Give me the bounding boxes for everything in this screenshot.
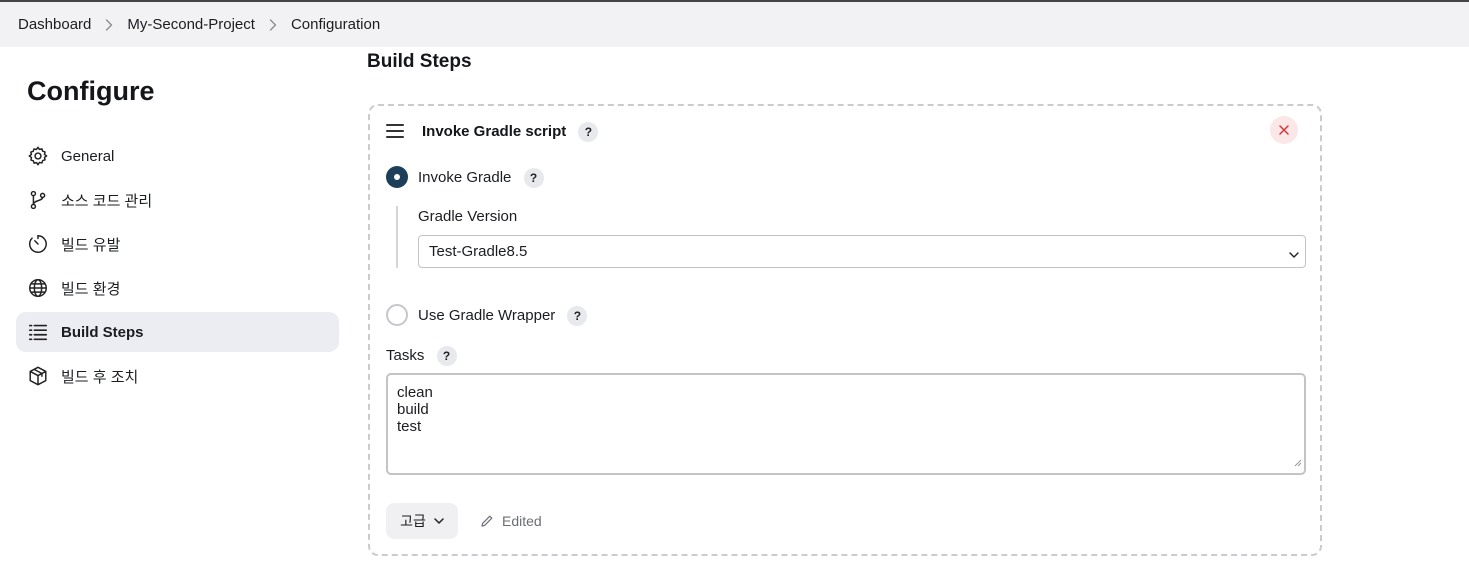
advanced-button-label: 고급 — [400, 513, 426, 529]
invoke-gradle-label-text: Invoke Gradle — [418, 168, 512, 186]
breadcrumb-project[interactable]: My-Second-Project — [127, 16, 255, 33]
sidebar-nav: General 소스 코드 관리 빌드 유발 빌드 환경 Build Steps… — [16, 136, 339, 400]
build-step-title-text: Invoke Gradle script — [422, 123, 567, 140]
pencil-icon — [480, 514, 494, 528]
sidebar-title: Configure — [27, 76, 155, 106]
use-gradle-wrapper-label-text: Use Gradle Wrapper — [418, 306, 556, 324]
chevron-right-icon — [269, 18, 277, 31]
timer-icon — [27, 233, 49, 255]
use-gradle-wrapper-radio[interactable] — [386, 304, 408, 326]
sidebar-item-label: 소스 코드 관리 — [61, 192, 153, 210]
build-step-title: Invoke Gradle script ? — [422, 122, 599, 142]
help-icon[interactable]: ? — [578, 122, 599, 142]
sidebar-item-post-build[interactable]: 빌드 후 조치 — [16, 356, 339, 396]
advanced-button[interactable]: 고급 — [386, 503, 458, 539]
gradle-version-label: Gradle Version — [418, 208, 518, 225]
tasks-textarea[interactable]: clean build test — [386, 373, 1306, 475]
package-icon — [27, 365, 49, 387]
edited-indicator: Edited — [480, 513, 542, 529]
breadcrumb-dashboard[interactable]: Dashboard — [18, 16, 91, 33]
git-branch-icon — [27, 189, 49, 211]
breadcrumb-configuration[interactable]: Configuration — [291, 16, 380, 33]
tasks-label-text: Tasks — [386, 346, 425, 364]
breadcrumb: Dashboard My-Second-Project Configuratio… — [0, 2, 1469, 47]
section-title: Build Steps — [367, 51, 472, 72]
sidebar-item-label: 빌드 환경 — [61, 280, 121, 298]
tasks-label: Tasks ? — [386, 346, 457, 366]
gradle-version-value: Test-Gradle8.5 — [429, 243, 528, 260]
tasks-line: test — [397, 418, 422, 435]
help-icon[interactable]: ? — [567, 306, 588, 326]
chevron-down-icon — [1289, 246, 1299, 263]
close-icon — [1279, 125, 1289, 135]
invoke-gradle-label: Invoke Gradle ? — [418, 168, 544, 188]
invoke-gradle-radio[interactable] — [386, 166, 408, 188]
gradle-version-select[interactable]: Test-Gradle8.5 — [418, 235, 1306, 268]
help-icon[interactable]: ? — [523, 168, 544, 188]
chevron-down-icon — [434, 517, 444, 525]
sidebar-item-label: General — [61, 147, 115, 165]
sidebar-item-build-triggers[interactable]: 빌드 유발 — [16, 224, 339, 264]
sidebar-item-build-steps[interactable]: Build Steps — [16, 312, 339, 352]
option-indent-line — [396, 206, 398, 268]
gear-icon — [27, 145, 49, 167]
use-gradle-wrapper-label: Use Gradle Wrapper ? — [418, 306, 588, 326]
sidebar-item-general[interactable]: General — [16, 136, 339, 176]
help-icon[interactable]: ? — [436, 346, 457, 366]
sidebar-item-label: 빌드 후 조치 — [61, 368, 139, 386]
list-icon — [27, 321, 49, 343]
globe-icon — [27, 277, 49, 299]
build-step-card: Invoke Gradle script ? Invoke Gradle ? G… — [368, 104, 1322, 556]
sidebar-item-label: 빌드 유발 — [61, 236, 121, 254]
drag-handle-icon[interactable] — [386, 124, 404, 138]
edited-label: Edited — [502, 513, 542, 529]
tasks-line: build — [397, 401, 429, 418]
sidebar-item-label: Build Steps — [61, 323, 144, 341]
sidebar-item-build-environment[interactable]: 빌드 환경 — [16, 268, 339, 308]
sidebar-item-source-code[interactable]: 소스 코드 관리 — [16, 180, 339, 220]
remove-step-button[interactable] — [1270, 116, 1298, 144]
resize-handle-icon[interactable] — [1294, 454, 1302, 471]
chevron-right-icon — [105, 18, 113, 31]
tasks-line: clean — [397, 384, 433, 401]
